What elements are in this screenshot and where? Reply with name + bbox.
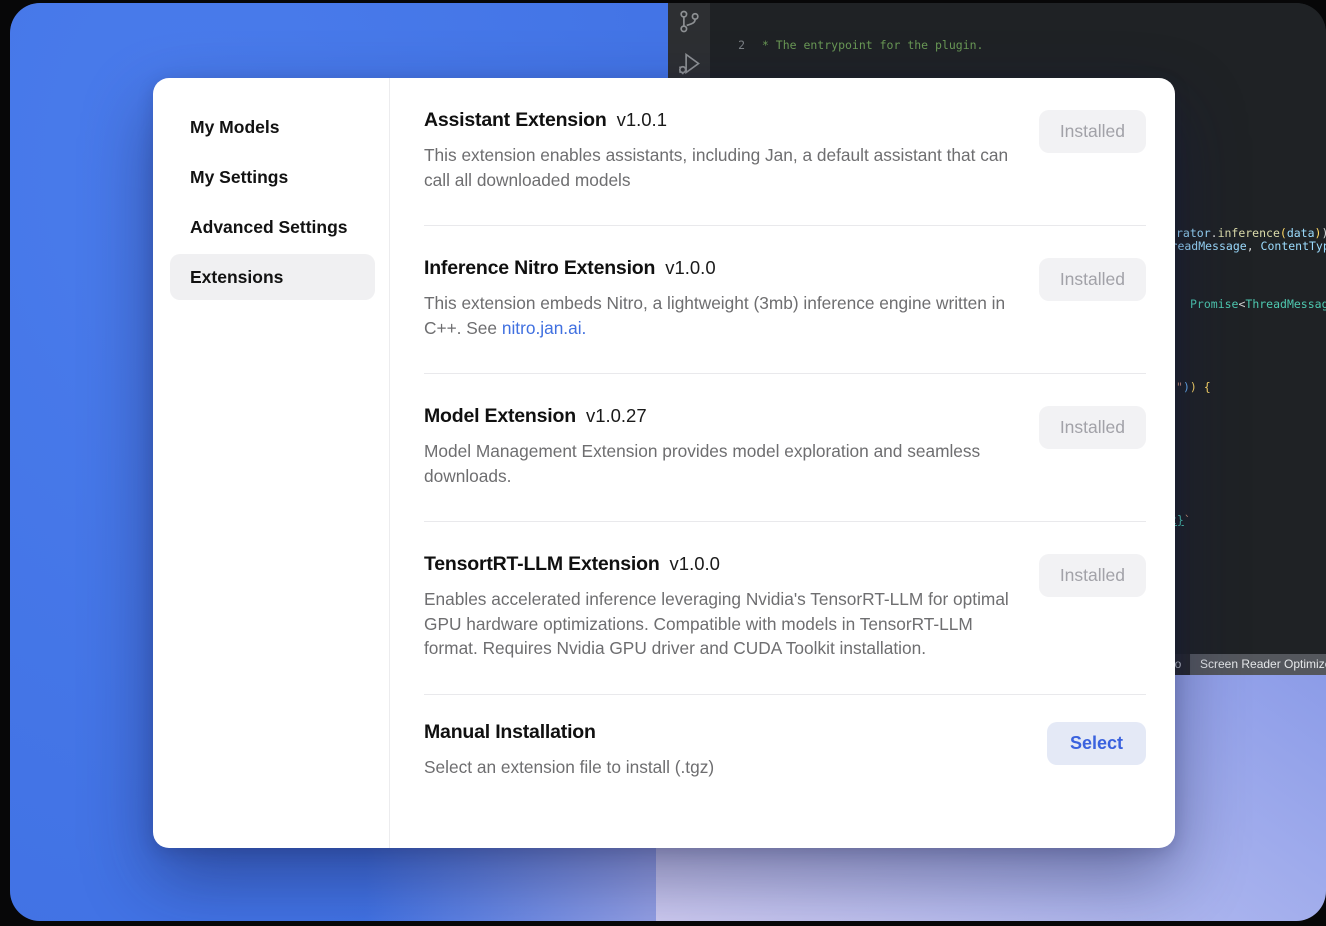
extension-name: Assistant Extension (424, 109, 607, 132)
extension-row-assistant: Assistant Extension v1.0.1 This extensio… (424, 78, 1146, 226)
extension-description: Enables accelerated inference leveraging… (424, 587, 1012, 661)
code-fragment: rator.inference(data)); (1176, 225, 1326, 242)
extension-row-tensorrt-llm: TensortRT-LLM Extension v1.0.0 Enables a… (424, 522, 1146, 695)
extension-name: Inference Nitro Extension (424, 257, 655, 280)
installed-button[interactable]: Installed (1039, 554, 1146, 597)
code-fragment: ")) { (1176, 379, 1211, 396)
extension-version: v1.0.1 (617, 109, 667, 131)
screenshot-stage: 2 * The entrypoint for the plugin. 3 */ … (0, 0, 1326, 926)
run-debug-icon[interactable] (676, 50, 703, 77)
sidebar-item-my-models[interactable]: My Models (170, 104, 375, 150)
extension-title: Inference Nitro Extension v1.0.0 (424, 257, 1012, 280)
app-window: 2 * The entrypoint for the plugin. 3 */ … (10, 3, 1326, 921)
sidebar-item-extensions[interactable]: Extensions (170, 254, 375, 300)
screen-reader-status[interactable]: Screen Reader Optimized (1190, 654, 1326, 675)
extension-title: Assistant Extension v1.0.1 (424, 109, 1012, 132)
extension-row-inference-nitro: Inference Nitro Extension v1.0.0 This ex… (424, 226, 1146, 374)
sidebar-item-my-settings[interactable]: My Settings (170, 154, 375, 200)
manual-installation-title: Manual Installation (424, 721, 714, 744)
extension-name: TensortRT-LLM Extension (424, 553, 660, 576)
extension-title: Model Extension v1.0.27 (424, 405, 1012, 428)
extension-name: Model Extension (424, 405, 576, 428)
settings-sidebar: My Models My Settings Advanced Settings … (153, 78, 390, 848)
extensions-list: Assistant Extension v1.0.1 This extensio… (390, 78, 1175, 848)
installed-button[interactable]: Installed (1039, 110, 1146, 153)
extension-description: This extension enables assistants, inclu… (424, 143, 1012, 192)
nitro-jan-ai-link[interactable]: nitro.jan.ai. (502, 318, 587, 338)
manual-installation-description: Select an extension file to install (.tg… (424, 755, 714, 780)
installed-button[interactable]: Installed (1039, 406, 1146, 449)
code-line: 2 * The entrypoint for the plugin. (710, 37, 1326, 54)
extension-info: Inference Nitro Extension v1.0.0 This ex… (424, 257, 1012, 340)
installed-button[interactable]: Installed (1039, 258, 1146, 301)
manual-installation-info: Manual Installation Select an extension … (424, 721, 714, 780)
code-fragment: Promise<ThreadMessage> (1190, 296, 1326, 313)
extension-info: Model Extension v1.0.27 Model Management… (424, 405, 1012, 488)
extension-version: v1.0.27 (586, 405, 647, 427)
source-control-icon[interactable] (676, 8, 703, 35)
manual-installation-row: Manual Installation Select an extension … (424, 695, 1146, 813)
extension-description: Model Management Extension provides mode… (424, 439, 1012, 488)
extension-row-model: Model Extension v1.0.27 Model Management… (424, 374, 1146, 522)
select-file-button[interactable]: Select (1047, 722, 1146, 765)
line-number: 2 (710, 37, 745, 54)
extension-version: v1.0.0 (665, 257, 715, 279)
sidebar-item-advanced-settings[interactable]: Advanced Settings (170, 204, 375, 250)
extension-description: This extension embeds Nitro, a lightweig… (424, 291, 1012, 340)
extension-title: TensortRT-LLM Extension v1.0.0 (424, 553, 1012, 576)
extension-info: TensortRT-LLM Extension v1.0.0 Enables a… (424, 553, 1012, 661)
settings-modal: My Models My Settings Advanced Settings … (153, 78, 1175, 848)
extension-version: v1.0.0 (670, 553, 720, 575)
extension-info: Assistant Extension v1.0.1 This extensio… (424, 109, 1012, 192)
